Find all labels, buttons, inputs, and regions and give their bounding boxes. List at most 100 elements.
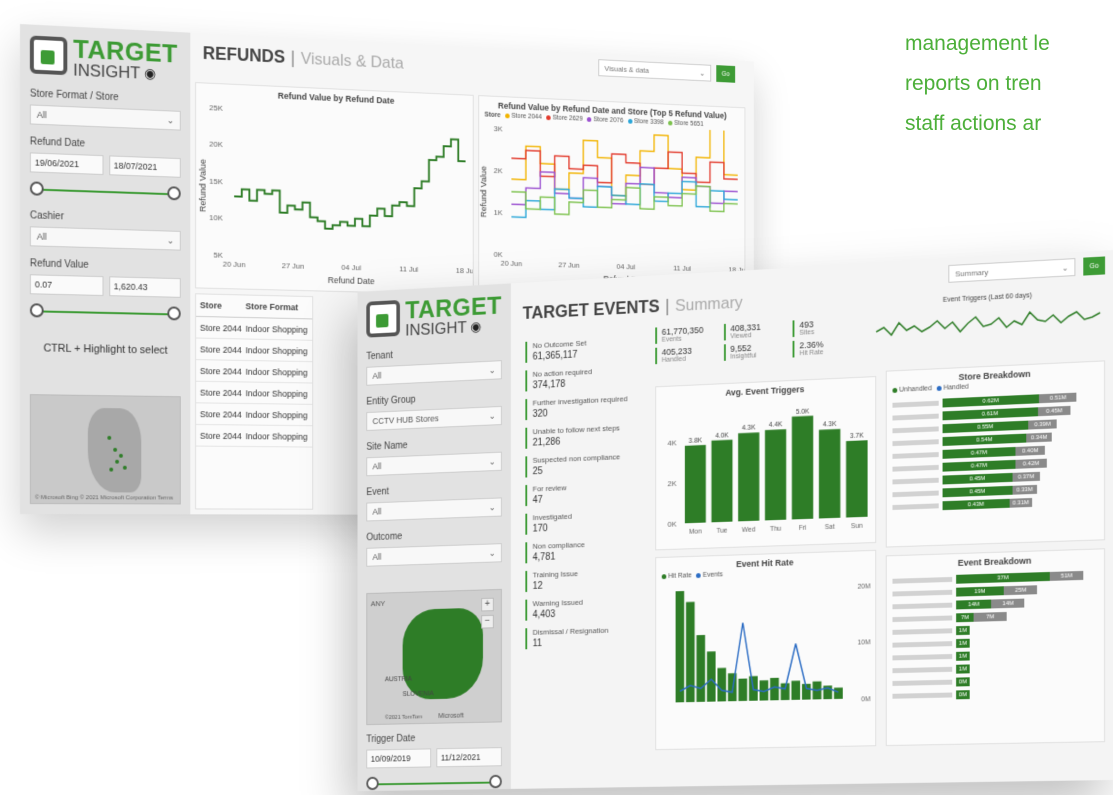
outcome-kpi[interactable]: Warning Issued 4,403 [525, 596, 642, 621]
trigger-date-slider[interactable] [366, 774, 502, 791]
legend-item[interactable]: Hit Rate [662, 572, 692, 580]
filter-outcome: Outcome All ⌄ [358, 524, 511, 575]
dropdown-value: All [373, 371, 382, 381]
marketing-text: management le reports on tren staff acti… [905, 24, 1113, 144]
store-dropdown[interactable]: All ⌄ [30, 104, 181, 130]
slider-handle[interactable] [167, 306, 180, 320]
breakdown-row[interactable]: 0M [892, 686, 1098, 701]
legend-item[interactable]: Store 2044 [505, 112, 542, 120]
event-bar: 37M [956, 572, 1050, 584]
date-slider[interactable] [30, 180, 181, 203]
legend-item[interactable]: Store 3398 [628, 118, 664, 126]
outcome-kpi[interactable]: No Outcome Set 61,365,117 [525, 336, 642, 363]
x-tick-label: 27 Jun [282, 261, 304, 270]
tenant-dropdown[interactable]: All ⌄ [366, 360, 502, 386]
avg-event-triggers-chart[interactable]: Avg. Event Triggers 0K 2K 4K 3.8K Mon 4.0K Tue… [655, 376, 876, 550]
event-triggers-sparkline[interactable]: Event Triggers (Last 60 days) [871, 284, 1105, 365]
outcome-kpi[interactable]: No action required 374,178 [525, 365, 642, 392]
stat-label: Hit Rate [799, 348, 857, 358]
category-label [892, 452, 938, 459]
filter-label: Cashier [30, 210, 181, 226]
x-tick-label: Sat [825, 524, 835, 531]
slider-handle[interactable] [366, 777, 378, 790]
event-bar: 0M [956, 690, 970, 699]
category-label [892, 628, 952, 635]
go-button[interactable]: Go [1083, 256, 1105, 275]
map-marker[interactable] [115, 460, 119, 464]
legend-item[interactable]: Store 2629 [546, 114, 583, 122]
entity-group-dropdown[interactable]: CCTV HUB Stores ⌄ [366, 406, 502, 431]
table-cell: Indoor Shopping Centre [245, 388, 308, 399]
page-select[interactable]: Visuals & data ⌄ [598, 59, 711, 81]
store-map[interactable]: © Microsoft Bing © 2021 Microsoft Corpor… [30, 394, 181, 504]
table-cell: Indoor Shopping Centre [245, 431, 308, 441]
date-from-input[interactable]: 19/06/2021 [30, 152, 103, 175]
col-header-store[interactable]: Store [200, 300, 246, 311]
table-row[interactable]: Store 2044Indoor Shopping Centre [196, 338, 312, 362]
legend-item[interactable]: Unhandled [892, 385, 931, 394]
outcome-kpi[interactable]: For review 47 [525, 480, 642, 506]
outcome-kpi[interactable]: Unable to follow next steps 21,286 [525, 423, 642, 449]
marketing-line: staff actions ar [905, 104, 1113, 144]
trigger-to-input[interactable]: 11/12/2021 [436, 747, 501, 767]
refund-store-chart[interactable]: Refund Value by Refund Date and Store (T… [478, 95, 745, 302]
kpi-value: 47 [533, 491, 643, 506]
map-marker[interactable] [123, 466, 127, 470]
unhandled-bar: 0.45M [943, 473, 1013, 485]
col-header-format[interactable]: Store Format [245, 301, 308, 312]
zoom-out-icon[interactable]: − [481, 615, 494, 629]
page-subtitle: Summary [675, 293, 743, 316]
table-row[interactable]: Store 2044Indoor Shopping Centre [196, 425, 312, 448]
store-breakdown-chart[interactable]: Store Breakdown Unhandled Handled 0.62M 0.… [886, 360, 1105, 547]
value-slider[interactable] [30, 302, 181, 323]
filter-tenant: Tenant All ⌄ [358, 341, 511, 394]
slider-handle[interactable] [489, 775, 502, 789]
outcome-kpi[interactable]: Suspected non compliance 25 [525, 452, 642, 478]
events-map[interactable]: ANY AUSTRIA SLOVENIA ©2021 TomTom Micros… [366, 589, 502, 725]
map-marker[interactable] [107, 436, 111, 440]
outcome-dropdown[interactable]: All ⌄ [366, 543, 502, 567]
hit-rate-bar [676, 591, 685, 702]
outcome-kpi[interactable]: Dismissal / Resignation 11 [525, 625, 642, 649]
map-marker[interactable] [113, 448, 117, 452]
table-row[interactable]: Store 2044Indoor Shopping Centre [196, 360, 312, 383]
page-select[interactable]: Summary ⌄ [948, 258, 1075, 283]
go-button[interactable]: Go [716, 65, 735, 83]
slider-handle[interactable] [167, 186, 180, 200]
cashier-dropdown[interactable]: All ⌄ [30, 226, 181, 250]
outcome-kpi[interactable]: Investigated 170 [525, 509, 642, 534]
outcome-kpi[interactable]: Non compliance 4,781 [525, 538, 642, 563]
slider-handle[interactable] [30, 303, 44, 317]
slider-handle[interactable] [30, 181, 44, 195]
filter-cashier: Cashier All ⌄ [20, 206, 190, 259]
zoom-in-icon[interactable]: + [481, 598, 494, 612]
title-separator: | [291, 48, 295, 69]
handled-bar: 0.34M [1027, 433, 1052, 443]
map-marker[interactable] [119, 454, 123, 458]
logo: TARGET INSIGHT ◉ [358, 283, 511, 348]
date-to-input[interactable]: 18/07/2021 [109, 155, 181, 177]
value-min-input[interactable]: 0.07 [30, 274, 103, 296]
trigger-from-input[interactable]: 10/09/2019 [366, 748, 431, 768]
legend-item[interactable]: Store 5651 [668, 120, 704, 128]
refund-value-chart[interactable]: Refund Value by Refund Date 5K 10K 15K 20K 2… [195, 82, 474, 295]
category-label [892, 667, 952, 673]
table-cell: Store 2044 [200, 366, 246, 377]
event-dropdown[interactable]: All ⌄ [366, 497, 502, 521]
kpi-value: 4,403 [533, 607, 643, 621]
legend-item[interactable]: Events [696, 571, 722, 579]
outcome-kpi[interactable]: Training Issue 12 [525, 567, 642, 592]
table-row[interactable]: Store 2044Indoor Shopping Centre [196, 403, 312, 426]
event-hit-rate-chart[interactable]: Event Hit Rate Hit Rate Events 0M 10M 20M [655, 550, 876, 750]
event-breakdown-chart[interactable]: Event Breakdown 37M 51M 19M 25M 14M 14M 7M 7M 1M… [886, 548, 1105, 746]
table-row[interactable]: Store 2044Indoor Shopping Centre [196, 317, 312, 341]
legend-item[interactable]: Handled [937, 384, 969, 392]
filter-refund-value: Refund Value 0.07 1,620.43 [20, 254, 190, 331]
site-name-dropdown[interactable]: All ⌄ [366, 452, 502, 477]
value-max-input[interactable]: 1,620.43 [109, 276, 181, 298]
table-row[interactable]: Store 2044Indoor Shopping Centre [196, 382, 312, 405]
legend-item[interactable]: Store 2076 [587, 116, 623, 124]
hit-rate-bar [791, 681, 800, 700]
map-marker[interactable] [109, 468, 113, 472]
outcome-kpi[interactable]: Further investigation required 320 [525, 394, 642, 420]
